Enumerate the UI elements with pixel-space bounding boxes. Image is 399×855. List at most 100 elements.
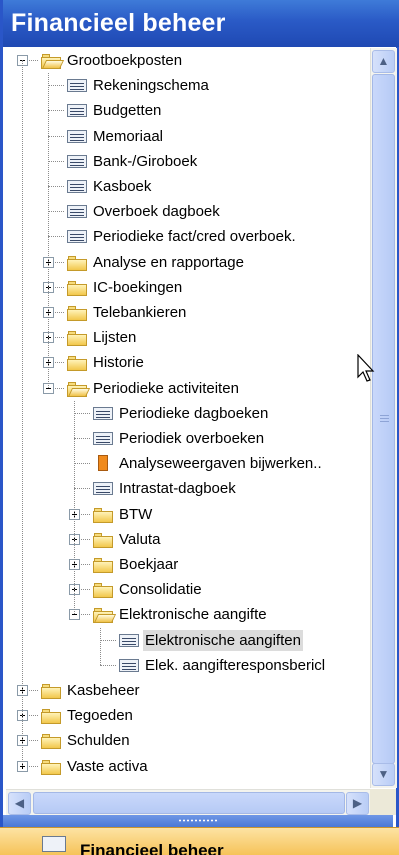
scroll-down-button[interactable]: ▼: [372, 763, 395, 786]
folder-icon: [67, 255, 87, 271]
folder-icon: [93, 583, 113, 599]
form-icon: [67, 79, 87, 93]
tree-item-analyseweergaven-bijwerken[interactable]: Analyseweergaven bijwerken..: [13, 451, 368, 476]
scroll-up-button[interactable]: ▲: [372, 50, 395, 73]
tree-item-kasbeheer[interactable]: Kasbeheer: [13, 678, 368, 703]
form-icon: [67, 230, 87, 244]
tree-item-label: Kasboek: [93, 178, 152, 195]
tree-item-label: Consolidatie: [119, 581, 202, 599]
tree-item-label: Memoriaal: [93, 127, 164, 145]
tree-item-label: Rekeningschema: [93, 77, 209, 95]
tree-item-kasboek[interactable]: Kasboek: [13, 174, 368, 199]
tree-item-label: IC-boekingen: [93, 278, 183, 296]
folder-icon: [41, 759, 61, 775]
tree-item-periodieke-fact-cred-overboek[interactable]: Periodieke fact/cred overboek.: [13, 224, 368, 249]
tree-item-schulden[interactable]: Schulden: [13, 728, 368, 753]
tree-item-label: Budgetten: [93, 102, 162, 120]
tree-item-label: Elek. aangifteresponsbericl: [145, 656, 326, 674]
tree-item-label: Periodiek overboeken: [119, 430, 265, 447]
tree-item-memoriaal[interactable]: Memoriaal: [13, 124, 368, 149]
tree-item-elek-aangifteresponsbericl[interactable]: Elek. aangifteresponsbericl: [13, 653, 368, 678]
form-icon: [119, 633, 139, 647]
tree-item-telebankieren[interactable]: Telebankieren: [13, 300, 368, 325]
open-folder-icon: [41, 54, 65, 69]
form-icon: [67, 180, 87, 193]
folder-icon: [67, 331, 87, 347]
tree-item-label: Boekjaar: [119, 556, 179, 573]
tree-item-label: Schulden: [67, 732, 130, 750]
tree-item-budgetten[interactable]: Budgetten: [13, 98, 368, 123]
form-icon: [67, 129, 87, 143]
pane-title: Financieel beheer: [3, 0, 399, 47]
tree-item-elektronische-aangiften[interactable]: Elektronische aangiften: [13, 628, 368, 653]
vertical-scrollbar[interactable]: ▲ ▼: [370, 48, 397, 788]
tree-item-valuta[interactable]: Valuta: [13, 527, 368, 552]
folder-icon: [41, 734, 61, 750]
nav-button-label: Financieel beheer: [80, 841, 224, 855]
tree-item-intrastat-dagboek[interactable]: Intrastat-dagboek: [13, 476, 368, 501]
report-icon: [98, 455, 108, 472]
tree-item-label: Analyseweergaven bijwerken..: [119, 455, 322, 473]
scrollbar-corner: [370, 789, 396, 815]
scroll-right-button[interactable]: ▶: [346, 792, 369, 815]
open-folder-icon: [67, 381, 91, 397]
tree-item-analyse-en-rapportage[interactable]: Analyse en rapportage: [13, 250, 368, 275]
tree-item-label: Overboek dagboek: [93, 203, 220, 221]
tree-item-grootboekposten[interactable]: Grootboekposten: [13, 48, 368, 73]
pane-splitter[interactable]: [3, 815, 393, 827]
tree-item-btw[interactable]: BTW: [13, 502, 368, 527]
tree-item-periodiek-overboeken[interactable]: Periodiek overboeken: [13, 426, 368, 451]
mouse-pointer-icon: [357, 354, 375, 382]
folder-icon: [93, 532, 113, 548]
nav-button-financieel-beheer[interactable]: Financieel beheer: [0, 827, 399, 855]
tree-item-label: Grootboekposten: [67, 52, 183, 69]
tree-item-vaste-activa[interactable]: Vaste activa: [13, 754, 368, 779]
tree-item-label: Lijsten: [93, 329, 137, 347]
form-icon: [67, 104, 87, 118]
tree-item-lijsten[interactable]: Lijsten: [13, 325, 368, 350]
tree-item-label: Historie: [93, 354, 144, 372]
tree-item-label: Periodieke activiteiten: [93, 379, 239, 397]
tree-item-label: Vaste activa: [67, 757, 148, 775]
tree-item-historie[interactable]: Historie: [13, 350, 368, 375]
tree-item-boekjaar[interactable]: Boekjaar: [13, 552, 368, 577]
tree-item-bank-giroboek[interactable]: Bank-/Giroboek: [13, 149, 368, 174]
tree-item-label: BTW: [119, 505, 153, 523]
tree-item-periodieke-dagboeken[interactable]: Periodieke dagboeken: [13, 401, 368, 426]
form-icon: [93, 432, 113, 445]
tree-item-label: Bank-/Giroboek: [93, 152, 198, 170]
tree-item-label: Valuta: [119, 530, 161, 548]
folder-icon: [67, 280, 87, 296]
tree-item-label: Tegoeden: [67, 707, 133, 725]
tree-item-elektronische-aangifte[interactable]: Elektronische aangifte: [13, 602, 368, 627]
tree-item-periodieke-activiteiten[interactable]: Periodieke activiteiten: [13, 376, 368, 401]
tree-item-label: Elektronische aangifte: [119, 606, 267, 624]
navigation-pane: Financieel beheer Grootboekposten Rekenin…: [0, 0, 399, 854]
module-icon: [42, 836, 66, 852]
folder-icon: [67, 356, 87, 372]
form-icon: [119, 658, 139, 672]
tree-item-label: Telebankieren: [93, 304, 187, 321]
tree-item-label: Kasbeheer: [67, 682, 140, 699]
form-icon: [93, 406, 113, 420]
folder-icon: [67, 306, 87, 321]
tree-item-label: Periodieke fact/cred overboek.: [93, 228, 296, 246]
folder-icon: [41, 709, 61, 725]
navigation-tree: Grootboekposten Rekeningschema Budgetten Me…: [13, 48, 368, 788]
tree-item-tegoeden[interactable]: Tegoeden: [13, 703, 368, 728]
folder-icon: [93, 558, 113, 573]
scroll-left-button[interactable]: ◀: [8, 792, 31, 815]
open-folder-icon: [93, 608, 117, 624]
tree-item-consolidatie[interactable]: Consolidatie: [13, 577, 368, 602]
tree-item-overboek-dagboek[interactable]: Overboek dagboek: [13, 199, 368, 224]
horizontal-scrollbar[interactable]: ◀ ▶: [6, 789, 370, 816]
vertical-scroll-thumb[interactable]: [372, 74, 395, 764]
tree-item-rekeningschema[interactable]: Rekeningschema: [13, 73, 368, 98]
form-icon: [67, 205, 87, 219]
tree-item-label: Elektronische aangiften: [143, 629, 303, 651]
tree-item-label: Intrastat-dagboek: [119, 480, 236, 498]
folder-icon: [41, 684, 61, 699]
tree-item-label: Analyse en rapportage: [93, 253, 244, 271]
tree-item-ic-boekingen[interactable]: IC-boekingen: [13, 275, 368, 300]
horizontal-scroll-thumb[interactable]: [33, 792, 345, 814]
